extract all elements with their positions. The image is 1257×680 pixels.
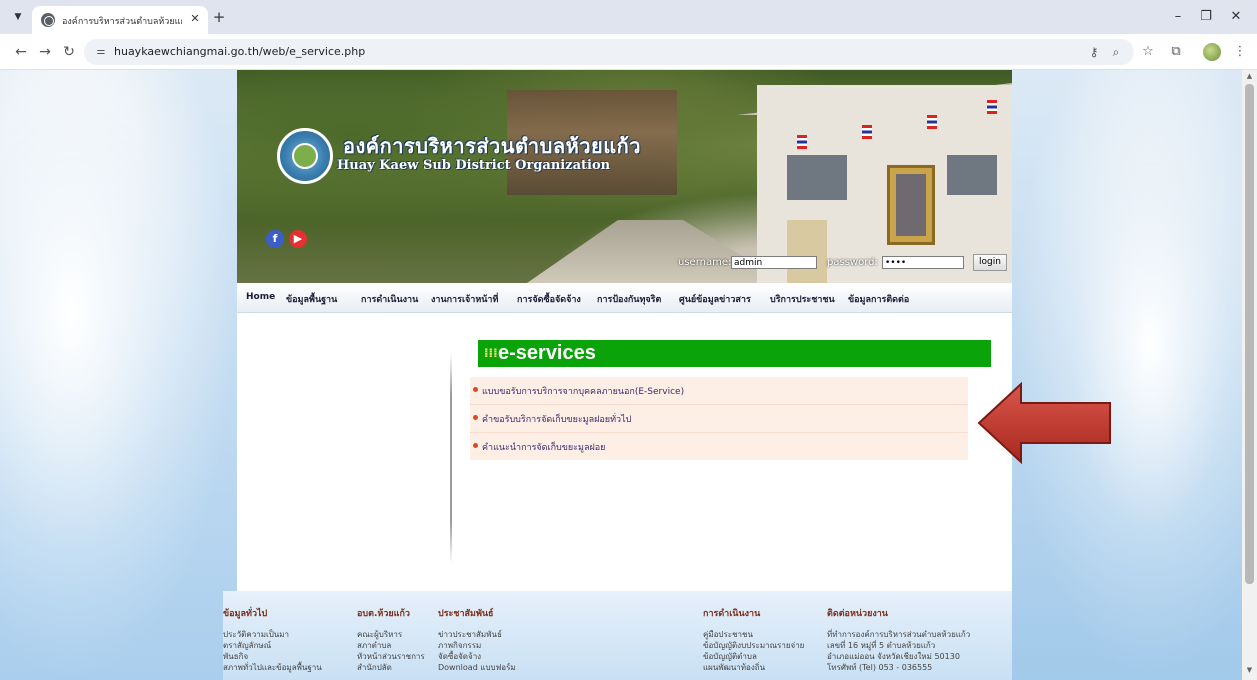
main-nav: Home ข้อมูลพื้นฐาน การดำเนินงาน งานการเจ… <box>237 283 1012 313</box>
eservice-item-waste-collection-request[interactable]: คำขอรับบริการจัดเก็บขยะมูลฝอยทั่วไป <box>470 405 968 433</box>
eservice-item-external-request[interactable]: แบบขอรับการบริการจากบุคคลภายนอก(E-Servic… <box>470 377 968 405</box>
page-scrollbar[interactable]: ▲ ▼ <box>1242 70 1257 680</box>
bullet-icon <box>473 387 478 392</box>
globe-icon <box>41 13 55 27</box>
reload-icon[interactable]: ↻ <box>60 43 78 61</box>
background-decoration-left <box>0 70 237 680</box>
browser-tab[interactable]: องค์การบริหารส่วนตำบลห้วยแก้ว อำเ... ✕ <box>32 6 208 34</box>
address-bar[interactable]: ⚌ huaykaewchiangmai.go.th/web/e_service.… <box>84 39 1134 65</box>
nav-item-basic-info[interactable]: ข้อมูลพื้นฐาน <box>286 292 337 306</box>
eservice-link[interactable]: คำขอรับบริการจัดเก็บขยะมูลฝอยทั่วไป <box>482 412 631 426</box>
site-info-icon[interactable]: ⚌ <box>94 45 108 59</box>
browser-toolbar: ← → ↻ ⚌ huaykaewchiangmai.go.th/web/e_se… <box>0 34 1257 70</box>
building-door <box>787 220 827 283</box>
password-label: password: <box>827 257 878 268</box>
footer-link[interactable]: สภาพทั่วไปและข้อมูลพื้นฐาน <box>223 661 322 674</box>
footer-heading-contact: ติดต่อหน่วยงาน <box>827 609 888 619</box>
nav-item-info-center[interactable]: ศูนย์ข้อมูลข่าวสาร <box>679 292 751 306</box>
footer-link[interactable]: แผนพัฒนาท้องถิ่น <box>703 661 765 674</box>
eservice-link[interactable]: แบบขอรับการบริการจากบุคคลภายนอก(E-Servic… <box>482 384 684 398</box>
nav-item-home[interactable]: Home <box>246 292 275 302</box>
back-icon[interactable]: ← <box>12 43 30 61</box>
banner-road <box>527 220 787 283</box>
nav-item-public-services[interactable]: บริการประชาชน <box>770 292 835 306</box>
bullet-icon <box>473 415 478 420</box>
username-input[interactable] <box>731 256 817 269</box>
red-arrow-icon <box>977 381 1111 465</box>
nav-item-operations[interactable]: การดำเนินงาน <box>361 292 418 306</box>
eservices-title: e-services <box>498 342 596 364</box>
page-viewport: องค์การบริหารส่วนตำบลห้วยแก้ว Huay Kaew … <box>0 70 1242 680</box>
footer-heading-sao: อบต.ห้วยแก้ว <box>357 609 410 619</box>
thai-flag-icon <box>927 115 937 129</box>
url-text[interactable]: huaykaewchiangmai.go.th/web/e_service.ph… <box>114 45 365 58</box>
column-divider <box>450 353 452 563</box>
tab-search-icon[interactable]: ▼ <box>10 9 26 25</box>
eservice-item-waste-guidance[interactable]: คำแนะนำการจัดเก็บขยะมูลฝอย <box>470 433 968 461</box>
eservices-header: ⁞⁞⁞ e-services <box>478 340 991 367</box>
browser-tab-bar: ▼ องค์การบริหารส่วนตำบลห้วยแก้ว อำเ... ✕… <box>0 0 1257 34</box>
bullet-icon <box>473 443 478 448</box>
password-key-icon[interactable]: ⚷ <box>1086 44 1102 60</box>
facebook-icon[interactable]: f <box>266 230 284 248</box>
forward-icon[interactable]: → <box>36 43 54 61</box>
page-footer: ข้อมูลทั่วไป ประวัติความเป็นมา ตราสัญลัก… <box>223 591 1012 680</box>
minimize-icon[interactable]: – <box>1168 8 1188 26</box>
scroll-down-icon[interactable]: ▼ <box>1242 666 1257 676</box>
eservices-list: แบบขอรับการบริการจากบุคคลภายนอก(E-Servic… <box>470 377 968 460</box>
scrollbar-thumb[interactable] <box>1245 84 1254 584</box>
restore-icon[interactable]: ❐ <box>1196 8 1216 26</box>
footer-heading-operations: การดำเนินงาน <box>703 609 761 619</box>
footer-link[interactable]: Download แบบฟอร์ม <box>438 661 516 674</box>
grid-icon: ⁞⁞⁞ <box>484 346 498 360</box>
profile-avatar[interactable] <box>1203 43 1221 61</box>
thai-flag-icon <box>797 135 807 149</box>
footer-link[interactable]: สำนักปลัด <box>357 661 392 674</box>
login-button[interactable]: login <box>973 254 1007 271</box>
nav-item-contact[interactable]: ข้อมูลการติดต่อ <box>848 292 909 306</box>
tab-title: องค์การบริหารส่วนตำบลห้วยแก้ว อำเ... <box>62 17 182 27</box>
close-tab-icon[interactable]: ✕ <box>187 11 203 27</box>
header-banner: องค์การบริหารส่วนตำบลห้วยแก้ว Huay Kaew … <box>237 70 1012 283</box>
royal-portrait-image <box>896 174 926 236</box>
close-window-icon[interactable]: ✕ <box>1226 8 1246 26</box>
org-logo <box>277 128 333 184</box>
building-window <box>947 155 997 195</box>
nav-item-personnel[interactable]: งานการเจ้าหน้าที่ <box>431 292 498 306</box>
new-tab-icon[interactable]: + <box>210 8 228 26</box>
building-window <box>787 155 847 200</box>
nav-item-procurement[interactable]: การจัดซื้อจัดจ้าง <box>517 292 581 306</box>
bookmark-star-icon[interactable]: ☆ <box>1139 43 1157 61</box>
footer-contact-line: โทรศัพท์ (Tel) 053 - 036555 <box>827 663 933 672</box>
username-label: username: <box>678 257 732 268</box>
youtube-icon[interactable]: ▶ <box>289 230 307 248</box>
background-decoration-right <box>1012 70 1242 680</box>
scroll-up-icon[interactable]: ▲ <box>1242 72 1257 82</box>
org-logo-emblem <box>292 143 318 169</box>
thai-flag-icon <box>862 125 872 139</box>
thai-flag-icon <box>987 100 997 114</box>
main-content: ⁞⁞⁞ e-services แบบขอรับการบริการจากบุคคล… <box>237 313 1012 591</box>
more-menu-icon[interactable]: ⋮ <box>1231 43 1249 61</box>
royal-portrait <box>887 165 935 245</box>
footer-heading-general: ข้อมูลทั่วไป <box>223 609 268 619</box>
footer-heading-pr: ประชาสัมพันธ์ <box>438 609 494 619</box>
eservice-link[interactable]: คำแนะนำการจัดเก็บขยะมูลฝอย <box>482 440 605 454</box>
zoom-icon[interactable]: ⌕ <box>1108 44 1124 60</box>
extensions-icon[interactable]: ⧉ <box>1167 43 1185 61</box>
org-name-english: Huay Kaew Sub District Organization <box>337 158 611 173</box>
nav-item-anti-corruption[interactable]: การป้องกันทุจริต <box>597 292 661 306</box>
password-input[interactable] <box>882 256 964 269</box>
